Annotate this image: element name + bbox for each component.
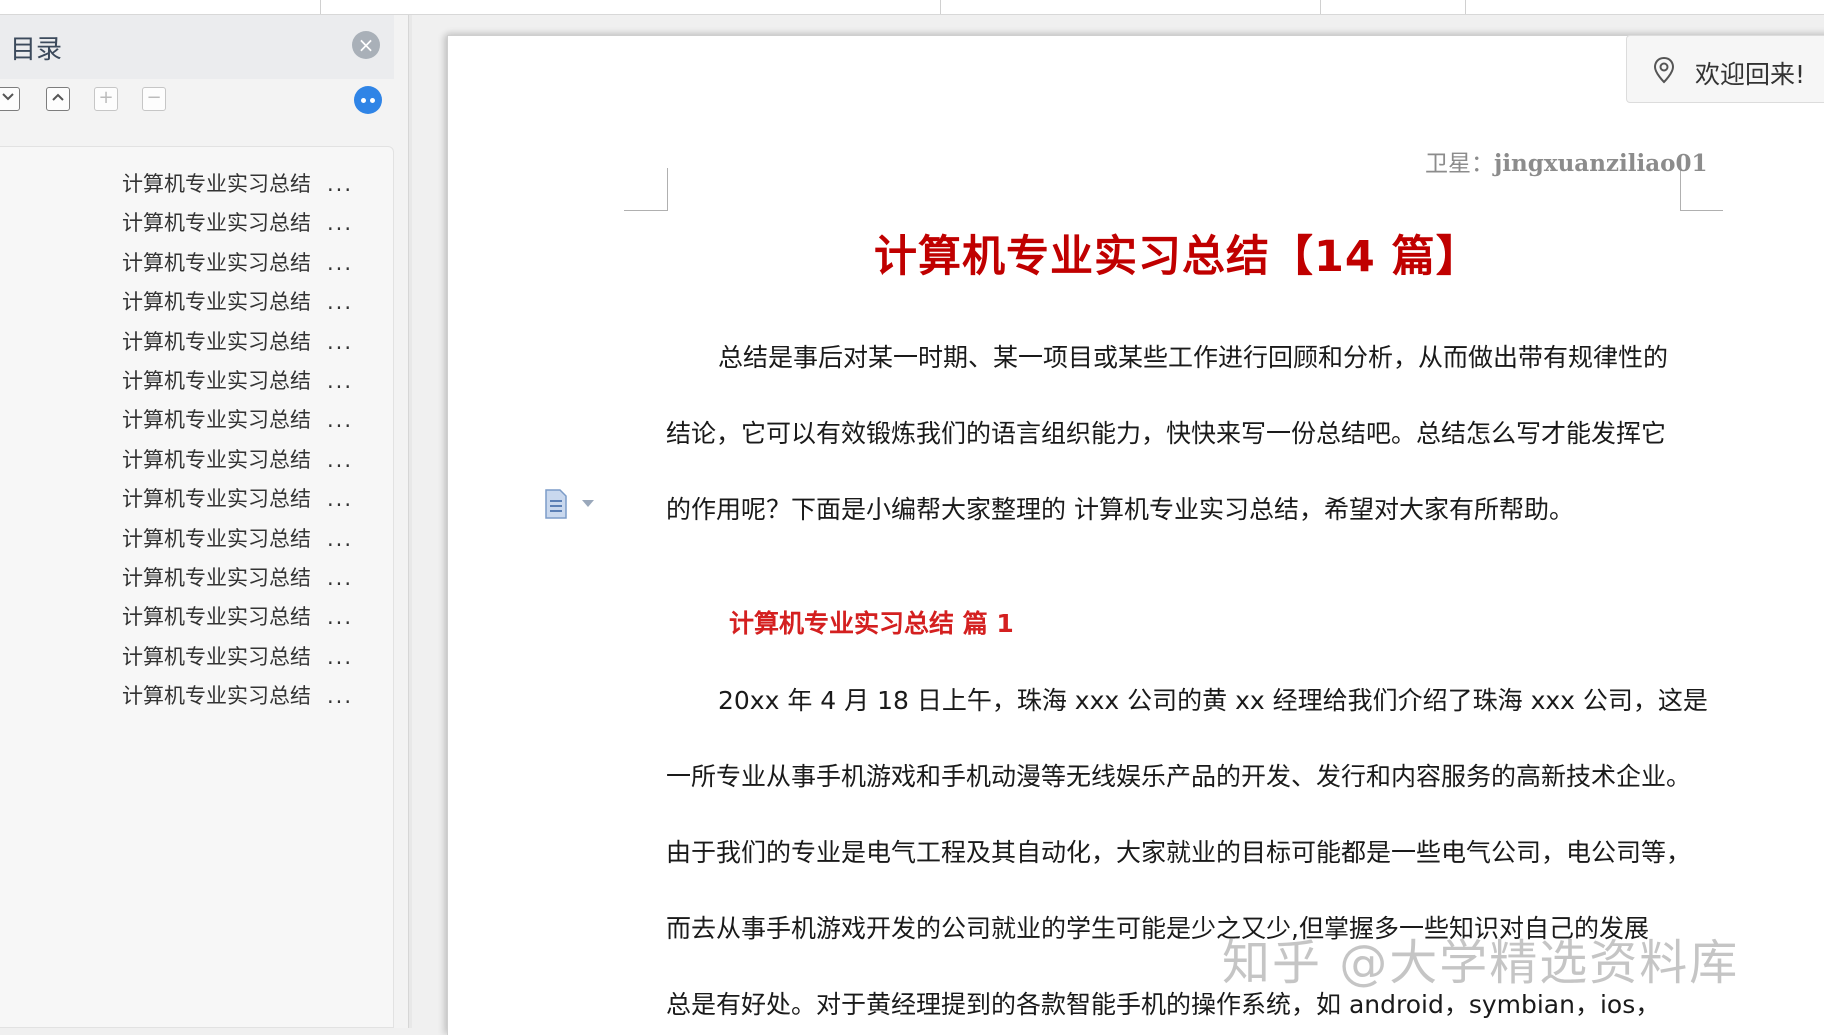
toc-header: 目录 × [0,15,394,79]
toc-item[interactable]: 计算机专业实习总结... [122,520,353,559]
toc-item-ellipsis: ... [327,368,354,393]
header-label: 卫星： [1425,151,1494,177]
toc-item-label: 计算机专业实习总结 [122,487,311,512]
toc-item-ellipsis: ... [327,565,354,590]
panel-splitter[interactable] [408,15,412,1028]
toc-item[interactable]: 计算机专业实习总结... [122,283,353,322]
welcome-text: 欢迎回来! [1695,60,1806,89]
top-toolbar-strip [0,0,1824,15]
intro-line: 的作用呢？下面是小编帮大家整理的 计算机专业实习总结，希望对大家有所帮助。 [666,495,1574,524]
toc-item[interactable]: 计算机专业实习总结... [122,480,353,519]
toc-list: 计算机专业实习总结... 计算机专业实习总结... 计算机专业实习总结... 计算机专… [122,165,353,716]
toc-item[interactable]: 计算机专业实习总结... [122,323,353,362]
header-satellite: 卫星：jingxuanziliao01 [1425,144,1707,178]
header-id: jingxuanziliao01 [1494,150,1708,177]
toc-item-ellipsis: ... [327,172,354,196]
toc-item-ellipsis: ... [327,408,354,433]
toc-list-panel: 计算机专业实习总结... 计算机专业实习总结... 计算机专业实习总结... 计算机专… [0,146,394,1028]
location-pin-icon [1653,56,1675,84]
toolbar-separator [940,0,941,14]
remove-button[interactable]: − [142,87,166,111]
sync-icon[interactable] [354,86,382,114]
toc-item[interactable]: 计算机专业实习总结... [122,677,353,716]
toc-item[interactable]: 计算机专业实习总结... [122,598,353,637]
margin-corner-left [624,168,668,211]
toc-item-ellipsis: ... [327,487,354,512]
toc-item-ellipsis: ... [327,290,354,315]
toc-item-ellipsis: ... [327,605,354,630]
add-button[interactable]: + [94,87,118,111]
toc-item-label: 计算机专业实习总结 [122,408,311,433]
chevron-down-icon [2,93,14,101]
chevron-up-icon [52,93,64,101]
toc-item-label: 计算机专业实习总结 [122,447,311,472]
toc-item-label: 计算机专业实习总结 [122,172,311,196]
body-line: 20xx 年 4 月 18 日上午，珠海 xxx 公司的黄 xx 经理给我们介绍… [718,686,1708,715]
toc-item-ellipsis: ... [327,329,354,354]
toc-item-label: 计算机专业实习总结 [122,565,311,590]
toc-title: 目录 [10,35,63,65]
body-line: 由于我们的专业是电气工程及其自动化，大家就业的目标可能都是一些电气公司，电公司等… [666,838,1692,867]
toc-item-label: 计算机专业实习总结 [122,605,311,630]
toc-item[interactable]: 计算机专业实习总结... [122,362,353,401]
body-line: 一所专业从事手机游戏和手机动漫等无线娱乐产品的开发、发行和内容服务的高新技术企业… [666,762,1692,791]
toc-item[interactable]: 计算机专业实习总结... [122,559,353,598]
toc-item-ellipsis: ... [327,250,354,275]
toc-item-label: 计算机专业实习总结 [122,290,311,315]
toolbar-separator [1320,0,1321,14]
toc-item[interactable]: 计算机专业实习总结... [122,204,353,243]
collapse-up-button[interactable] [46,87,70,111]
toc-item-ellipsis: ... [327,526,354,551]
toc-item-label: 计算机专业实习总结 [122,644,311,669]
toc-item-ellipsis: ... [327,684,354,709]
section-heading: 计算机专业实习总结 篇 1 [729,609,1014,638]
intro-line: 结论，它可以有效锻炼我们的语言组织能力，快快来写一份总结吧。总结怎么写才能发挥它 [666,419,1667,448]
paragraph-options-icon[interactable] [544,488,596,526]
toc-item[interactable]: 计算机专业实习总结... [122,638,353,677]
toc-item-label: 计算机专业实习总结 [122,211,311,236]
toc-item[interactable]: 计算机专业实习总结... [122,401,353,440]
toc-item-label: 计算机专业实习总结 [122,250,311,275]
toolbar-separator [1465,0,1466,14]
toolbar-separator [320,0,321,14]
toc-item[interactable]: 计算机专业实习总结... [122,165,353,204]
toc-item-label: 计算机专业实习总结 [122,368,311,393]
toc-item-label: 计算机专业实习总结 [122,684,311,709]
document-title: 计算机专业实习总结【14 篇】 [874,232,1480,282]
toc-item-label: 计算机专业实习总结 [122,526,311,551]
welcome-banner[interactable]: 欢迎回来! [1626,35,1824,103]
close-icon[interactable]: × [352,31,380,59]
toc-item[interactable]: 计算机专业实习总结... [122,441,353,480]
toc-item[interactable]: 计算机专业实习总结... [122,244,353,283]
watermark: 知乎 @大学精选资料库 [1222,935,1740,991]
toc-item-ellipsis: ... [327,211,354,236]
toc-toolbar: + − [0,83,400,119]
toc-item-label: 计算机专业实习总结 [122,329,311,354]
intro-line: 总结是事后对某一时期、某一项目或某些工作进行回顾和分析，从而做出带有规律性的 [718,343,1669,372]
toc-item-ellipsis: ... [327,447,354,472]
expand-down-button[interactable] [0,87,20,111]
toc-item-ellipsis: ... [327,644,354,669]
